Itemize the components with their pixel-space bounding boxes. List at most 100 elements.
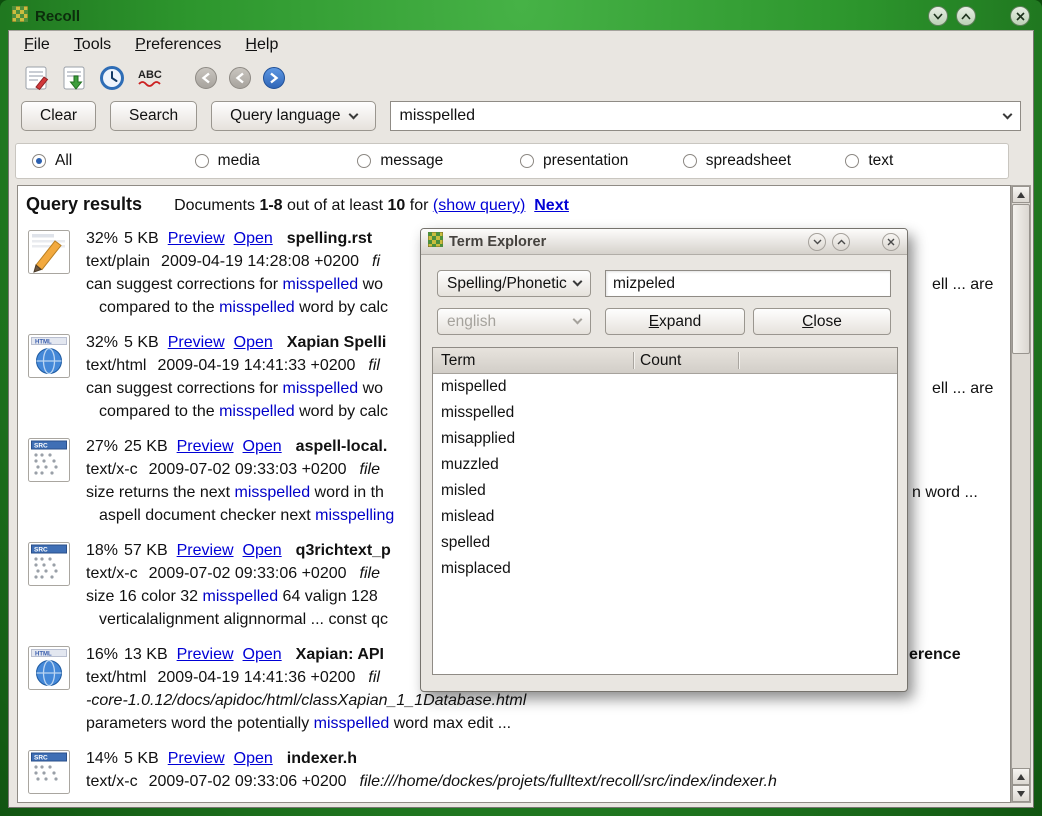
query-mode-combobox[interactable]: Query language [211, 101, 376, 131]
window-title: Recoll [35, 8, 80, 25]
result-url-fragment: file [360, 565, 380, 582]
next-page-link[interactable]: Next [534, 197, 569, 214]
scroll-up-button[interactable] [1012, 768, 1030, 785]
open-link[interactable]: Open [243, 542, 282, 559]
history-clock-icon[interactable] [99, 65, 125, 91]
svg-text:ABC: ABC [138, 69, 162, 81]
radio-icon [683, 154, 697, 168]
search-query-input[interactable] [391, 107, 1004, 125]
open-link[interactable]: Open [243, 646, 282, 663]
term-row[interactable]: misplaced [433, 556, 897, 582]
filter-presentation[interactable]: presentation [520, 152, 683, 170]
term-input[interactable] [606, 271, 890, 296]
scroll-up-button[interactable] [1012, 186, 1030, 203]
preview-link[interactable]: Preview [168, 750, 225, 767]
chevron-down-icon [573, 277, 583, 287]
term-row[interactable]: muzzled [433, 452, 897, 478]
menu-file[interactable]: File [15, 34, 59, 56]
shade-button[interactable] [928, 6, 948, 26]
source-file-icon: SRC [26, 747, 86, 800]
term-explorer-abc-icon[interactable]: ABC [137, 65, 167, 91]
close-dialog-button[interactable]: Close [753, 308, 891, 335]
search-controls: Clear Search Query language [9, 97, 1033, 135]
text-file-icon [26, 227, 86, 319]
close-button[interactable] [1010, 6, 1030, 26]
result-date: 2009-07-02 09:33:06 +0200 [149, 773, 347, 790]
result-date: 2009-04-19 14:41:33 +0200 [157, 357, 355, 374]
filter-all[interactable]: All [32, 152, 195, 170]
result-relevance: 18% [86, 542, 118, 559]
result-title: aspell-local. [296, 438, 388, 455]
menu-tools[interactable]: Tools [65, 34, 120, 56]
result-mime: text/html [86, 357, 146, 374]
dialog-titlebar[interactable]: Term Explorer [421, 229, 907, 255]
open-link[interactable]: Open [243, 438, 282, 455]
open-link[interactable]: Open [234, 750, 273, 767]
result-url-fragment: fil [368, 669, 380, 686]
result-size: 57 KB [124, 542, 168, 559]
column-header-term[interactable]: Term [433, 352, 475, 370]
term-row[interactable]: mislead [433, 504, 897, 530]
expand-mode-combobox[interactable]: Spelling/Phonetic [437, 270, 591, 297]
highlighted-term: misspelled [283, 276, 359, 293]
language-combobox[interactable]: english [437, 308, 591, 335]
term-row[interactable]: misled [433, 478, 897, 504]
term-row[interactable]: mispelled [433, 374, 897, 400]
chevron-down-icon [573, 315, 583, 325]
result-size: 25 KB [124, 438, 168, 455]
scrollbar-thumb[interactable] [1012, 204, 1030, 354]
doc-type-filterbar: All media message presentation spreadshe… [15, 143, 1009, 179]
arrow-down-icon [1017, 791, 1025, 801]
clear-search-icon[interactable] [23, 65, 49, 91]
dialog-title: Term Explorer [449, 234, 802, 250]
unshade-button[interactable] [956, 6, 976, 26]
result-size: 5 KB [124, 230, 159, 247]
snippet-text: compared to the [99, 403, 219, 420]
result-date: 2009-04-19 14:41:36 +0200 [157, 669, 355, 686]
first-page-icon[interactable] [195, 67, 217, 89]
preview-link[interactable]: Preview [177, 646, 234, 663]
results-header: Query resultsDocuments 1-8 out of at lea… [26, 194, 1010, 215]
preview-link[interactable]: Preview [168, 334, 225, 351]
dialog-unshade-button[interactable] [832, 233, 850, 251]
dialog-close-button[interactable] [882, 233, 900, 251]
next-page-icon[interactable] [263, 67, 285, 89]
open-link[interactable]: Open [234, 230, 273, 247]
search-query-combobox[interactable] [390, 101, 1021, 131]
open-link[interactable]: Open [234, 334, 273, 351]
scroll-down-button[interactable] [1012, 785, 1030, 802]
term-row[interactable]: misapplied [433, 426, 897, 452]
show-query-link[interactable]: (show query) [433, 197, 525, 214]
snippet-text: wo [358, 276, 383, 293]
preview-link[interactable]: Preview [168, 230, 225, 247]
preview-link[interactable]: Preview [177, 542, 234, 559]
menu-preferences[interactable]: Preferences [126, 34, 230, 56]
snippet-text: size returns the next [86, 484, 235, 501]
dialog-shade-button[interactable] [808, 233, 826, 251]
filter-message[interactable]: message [357, 152, 520, 170]
snippet-text: size 16 color 32 [86, 588, 203, 605]
expand-button[interactable]: Expand [605, 308, 745, 335]
column-header-count[interactable]: Count [640, 352, 681, 370]
result-title-fragment: erence [909, 643, 961, 666]
term-input-field[interactable] [605, 270, 891, 297]
term-table-header[interactable]: Term Count [433, 348, 897, 374]
result-url-fragment: fil [368, 357, 380, 374]
save-query-icon[interactable] [61, 65, 87, 91]
filter-text[interactable]: text [845, 152, 1008, 170]
prev-page-icon[interactable] [229, 67, 251, 89]
search-button[interactable]: Search [110, 101, 197, 131]
column-divider [633, 352, 634, 369]
results-title: Query results [26, 194, 142, 214]
result-relevance: 14% [86, 750, 118, 767]
filter-spreadsheet[interactable]: spreadsheet [683, 152, 846, 170]
preview-link[interactable]: Preview [177, 438, 234, 455]
results-scrollbar[interactable] [1011, 185, 1031, 803]
term-row[interactable]: spelled [433, 530, 897, 556]
clear-button[interactable]: Clear [21, 101, 96, 131]
result-date: 2009-04-19 14:28:08 +0200 [161, 253, 359, 270]
menu-help[interactable]: Help [236, 34, 287, 56]
filter-media[interactable]: media [195, 152, 358, 170]
result-url: file:///home/dockes/projets/fulltext/rec… [360, 773, 777, 790]
term-row[interactable]: misspelled [433, 400, 897, 426]
